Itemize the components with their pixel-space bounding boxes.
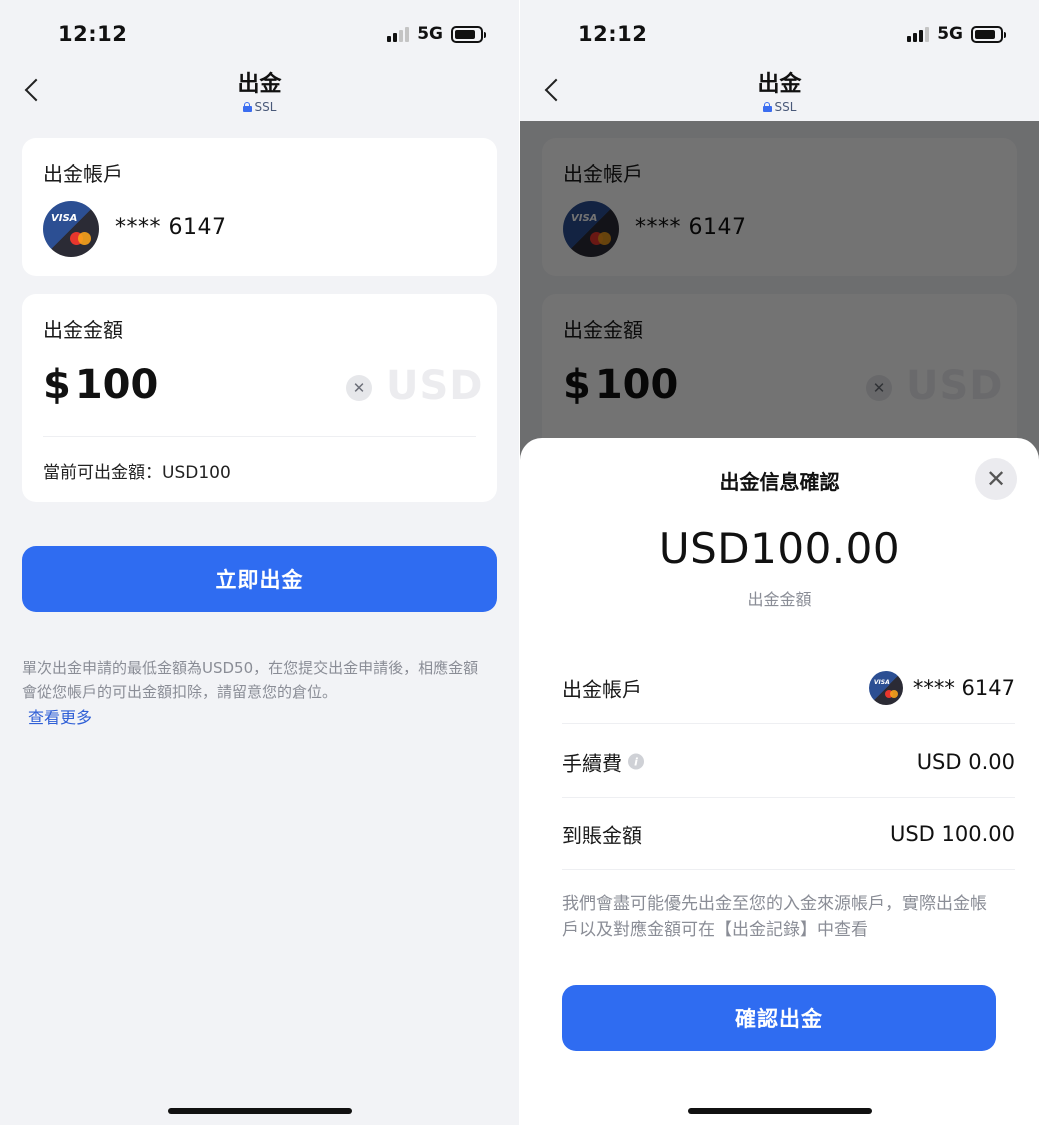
battery-icon [451,25,486,43]
status-bar: 12:12 5G [0,0,519,70]
ssl-label: SSL [254,100,277,114]
available-amount: 當前可出金額：USD100 [43,463,231,483]
visa-logo-text: VISA [873,678,890,686]
info-icon[interactable]: i [628,753,644,770]
detail-value: **** 6147 [912,675,1015,700]
divider [43,436,476,437]
home-indicator[interactable] [688,1108,872,1114]
ssl-indicator: SSL [0,100,519,114]
status-time: 12:12 [58,22,128,46]
withdraw-now-button[interactable]: 立即出金 [22,546,497,612]
signal-icon [387,26,410,42]
close-icon[interactable]: ✕ [975,458,1017,500]
withdraw-screen: 12:12 5G 出金 SSL 出金帳戶 VISA **** 6147 出金金額… [0,0,519,1125]
amount-label: 出金金額 [43,318,123,342]
detail-label: 出金帳戶 [562,677,642,701]
account-number: **** 6147 [115,215,227,240]
page-title: 出金 [757,72,802,97]
amount-value: 100 [74,362,159,408]
nav-bar: 出金 SSL [520,62,1039,120]
detail-value-account: VISA **** 6147 [868,670,1015,705]
signal-icon [907,26,930,42]
confirm-notice: 我們會盡可能優先出金至您的入金來源帳戶，實際出金帳戶以及對應金額可在【出金記錄】… [562,894,987,940]
visa-logo-text: VISA [51,213,78,224]
withdraw-confirm-screen: 12:12 5G 出金 SSL 出金帳戶 VISA **** 6147 出金金額… [520,0,1039,1125]
network-type: 5G [937,24,963,44]
status-time: 12:12 [578,22,648,46]
detail-value: USD 100.00 [889,821,1015,846]
sheet-title: 出金信息確認 [719,470,840,494]
clear-icon[interactable]: ✕ [346,375,372,401]
status-indicators: 5G [387,24,486,44]
confirm-amount-label: 出金金額 [747,590,812,609]
see-more-link[interactable]: 查看更多 [28,704,92,728]
withdraw-notice: 單次出金申請的最低金額為USD50，在您提交出金申請後，相應金額會從您帳戶的可出… [22,659,479,701]
page-title: 出金 [237,72,282,97]
ssl-indicator: SSL [520,100,1039,114]
detail-value: USD 0.00 [916,749,1015,774]
confirm-amount: USD100.00 [658,524,901,573]
confirm-withdraw-button[interactable]: 確認出金 [562,985,996,1051]
status-indicators: 5G [907,24,1006,44]
lock-icon [242,102,252,112]
currency-label: USD [386,363,484,409]
amount-card: 出金金額 $ 100 ✕ USD 當前可出金額：USD100 [22,294,497,502]
withdraw-confirm-sheet: 出金信息確認 ✕ USD100.00 出金金額 出金帳戶 VISA **** 6… [520,438,1039,1125]
detail-label: 手續費 [562,751,622,775]
detail-row-received: 到賬金額 USD 100.00 [562,798,1015,870]
detail-row-fee: 手續費 i USD 0.00 [562,726,1015,798]
detail-row-account: 出金帳戶 VISA **** 6147 [562,652,1015,724]
amount-currency-symbol: $ [43,362,71,408]
lock-icon [762,102,772,112]
visa-mastercard-icon: VISA [868,670,903,705]
home-indicator[interactable] [168,1108,352,1114]
nav-bar: 出金 SSL [0,62,519,120]
amount-input[interactable]: $ 100 [43,362,158,408]
visa-mastercard-icon: VISA [43,201,99,257]
detail-label: 到賬金額 [562,823,642,847]
detail-label-fee: 手續費 i [562,747,644,776]
account-label: 出金帳戶 [43,162,123,186]
network-type: 5G [417,24,443,44]
battery-icon [971,25,1006,43]
status-bar: 12:12 5G [520,0,1039,70]
ssl-label: SSL [774,100,797,114]
account-card[interactable]: 出金帳戶 VISA **** 6147 [22,138,497,276]
